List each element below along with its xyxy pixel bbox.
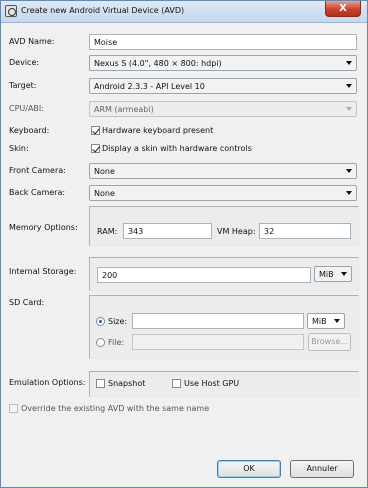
target-label: Target: xyxy=(9,81,37,90)
chevron-down-icon xyxy=(346,107,352,111)
cpu-select: ARM (armeabi) xyxy=(89,101,357,117)
window-title: Create new Android Virtual Device (AVD) xyxy=(21,6,185,15)
use-host-gpu-label: Use Host GPU xyxy=(184,379,240,388)
sd-card-label: SD Card: xyxy=(9,298,45,307)
back-camera-label: Back Camera: xyxy=(9,188,66,197)
sd-size-label: Size: xyxy=(108,317,128,326)
sd-size-input[interactable] xyxy=(132,313,304,329)
keyboard-checkbox[interactable] xyxy=(91,126,100,135)
skin-checkbox-label: Display a skin with hardware controls xyxy=(102,144,252,153)
sd-file-label: File: xyxy=(108,338,125,347)
internal-storage-label: Internal Storage: xyxy=(9,267,77,276)
chevron-down-icon xyxy=(341,272,347,276)
avd-dialog: Create new Android Virtual Device (AVD) … xyxy=(0,0,368,488)
device-select[interactable]: Nexus S (4.0", 480 × 800: hdpi) xyxy=(89,55,357,71)
ok-button[interactable]: OK xyxy=(217,460,281,478)
device-label: Device: xyxy=(9,58,40,67)
close-button[interactable]: X xyxy=(325,1,361,17)
title-bar: Create new Android Virtual Device (AVD) … xyxy=(1,1,367,23)
vm-heap-label: VM Heap: xyxy=(217,227,256,236)
chevron-down-icon xyxy=(334,319,340,323)
skin-checkbox[interactable] xyxy=(91,144,100,153)
cpu-label: CPU/ABI: xyxy=(9,104,44,113)
cpu-select-value: ARM (armeabi) xyxy=(94,105,154,114)
sd-size-radio[interactable] xyxy=(96,317,105,326)
ram-input[interactable]: 343 xyxy=(123,223,212,239)
back-camera-value: None xyxy=(94,189,115,198)
chevron-down-icon xyxy=(346,61,352,65)
cancel-button[interactable]: Annuler xyxy=(290,460,354,478)
back-camera-select[interactable]: None xyxy=(89,185,357,201)
android-app-icon xyxy=(5,5,17,17)
memory-options-label: Memory Options: xyxy=(9,223,78,232)
chevron-down-icon xyxy=(346,191,352,195)
browse-button: Browse... xyxy=(308,333,351,351)
snapshot-checkbox[interactable] xyxy=(96,379,105,388)
ram-label: RAM: xyxy=(97,227,118,236)
chevron-down-icon xyxy=(346,84,352,88)
front-camera-label: Front Camera: xyxy=(9,166,66,175)
internal-storage-input[interactable]: 200 xyxy=(97,267,311,283)
snapshot-label: Snapshot xyxy=(108,379,146,388)
override-checkbox xyxy=(9,404,18,413)
chevron-down-icon xyxy=(346,169,352,173)
avd-name-input[interactable]: Moise xyxy=(89,34,357,50)
target-select-value: Android 2.3.3 - API Level 10 xyxy=(94,82,205,91)
front-camera-value: None xyxy=(94,167,115,176)
internal-storage-unit-value: MiB xyxy=(319,270,334,279)
device-select-value: Nexus S (4.0", 480 × 800: hdpi) xyxy=(94,59,222,68)
sd-file-radio[interactable] xyxy=(96,338,105,347)
target-select[interactable]: Android 2.3.3 - API Level 10 xyxy=(89,78,357,94)
sd-size-unit-select[interactable]: MiB xyxy=(307,313,345,329)
skin-label: Skin: xyxy=(9,144,29,153)
emulation-options-label: Emulation Options: xyxy=(9,378,86,387)
sd-file-input xyxy=(132,334,304,350)
sd-size-unit-value: MiB xyxy=(312,317,327,326)
override-label: Override the existing AVD with the same … xyxy=(21,404,210,413)
use-host-gpu-checkbox[interactable] xyxy=(172,379,181,388)
keyboard-checkbox-label: Hardware keyboard present xyxy=(102,126,214,135)
internal-storage-unit-select[interactable]: MiB xyxy=(314,266,352,282)
avd-name-label: AVD Name: xyxy=(9,37,55,46)
front-camera-select[interactable]: None xyxy=(89,163,357,179)
keyboard-label: Keyboard: xyxy=(9,126,50,135)
vm-heap-input[interactable]: 32 xyxy=(259,223,351,239)
